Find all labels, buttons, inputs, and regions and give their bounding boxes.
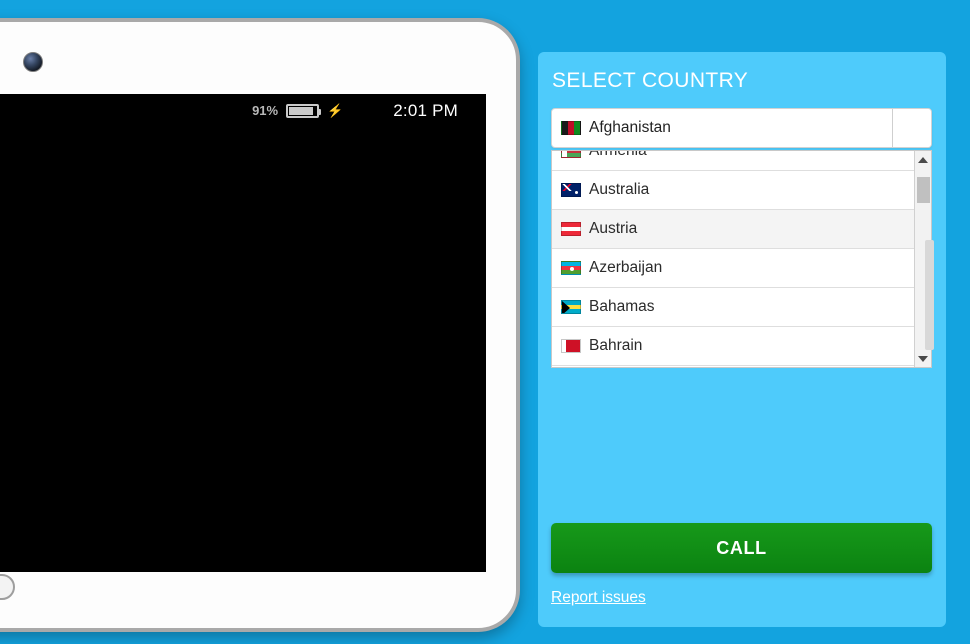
country-list: Armenia Australia Austria Azerbaijan Bah (552, 151, 914, 367)
flag-icon-azerbaijan (561, 261, 581, 275)
report-issues-link[interactable]: Report issues (551, 589, 646, 607)
page-title: SELECT COUNTRY (552, 69, 749, 92)
flag-icon-bahamas (561, 300, 581, 314)
status-bar-clock: 2:01 PM (393, 100, 458, 120)
tablet-screen[interactable]: 91% ⚡ 2:01 PM (0, 94, 486, 572)
country-name-label: Bahrain (589, 337, 643, 354)
battery-fill (289, 106, 313, 115)
flag-icon-bahrain (561, 339, 581, 353)
country-name-label: Armenia (589, 151, 647, 160)
country-combobox[interactable]: Afghanistan (551, 108, 932, 148)
tablet-device: 91% ⚡ 2:01 PM (0, 18, 520, 632)
home-button[interactable] (0, 574, 15, 600)
charging-bolt-icon: ⚡ (327, 103, 344, 118)
country-name-label: Bahamas (589, 298, 655, 315)
battery-percent-label: 91% (252, 103, 279, 118)
list-item[interactable]: Bahrain (552, 327, 914, 366)
list-item-highlighted[interactable]: Austria (552, 210, 914, 249)
country-name-label: Azerbaijan (589, 259, 663, 276)
selected-country-label: Afghanistan (589, 119, 671, 136)
list-item[interactable]: Azerbaijan (552, 249, 914, 288)
list-item[interactable]: Armenia (552, 151, 914, 171)
flag-icon (561, 151, 581, 158)
flag-icon-austria (561, 222, 581, 236)
page-scrollbar-thumb[interactable] (925, 240, 934, 350)
call-button[interactable]: CALL (551, 523, 932, 573)
scroll-down-arrow-icon[interactable] (915, 350, 931, 367)
list-item[interactable]: Barbados (552, 366, 914, 367)
camera-lens-icon (23, 52, 43, 72)
country-name-label: Australia (589, 181, 650, 198)
country-name-label: Austria (589, 220, 638, 237)
list-item[interactable]: Australia (552, 171, 914, 210)
country-dropdown-list[interactable]: Armenia Australia Austria Azerbaijan Bah (551, 150, 932, 368)
select-country-panel: SELECT COUNTRY Afghanistan Armenia Austr… (538, 52, 946, 627)
flag-icon-afghanistan (561, 121, 581, 135)
list-item[interactable]: Bahamas (552, 288, 914, 327)
scrollbar-thumb[interactable] (917, 177, 930, 203)
country-combobox-value[interactable]: Afghanistan (552, 109, 893, 147)
status-bar: 91% ⚡ 2:01 PM (0, 94, 486, 127)
country-list-viewport[interactable]: Armenia Australia Austria Azerbaijan Bah (552, 151, 914, 367)
flag-icon-australia (561, 183, 581, 197)
battery-icon (286, 103, 322, 118)
dropdown-toggle-icon[interactable] (893, 109, 931, 147)
scroll-up-arrow-icon[interactable] (915, 151, 931, 168)
